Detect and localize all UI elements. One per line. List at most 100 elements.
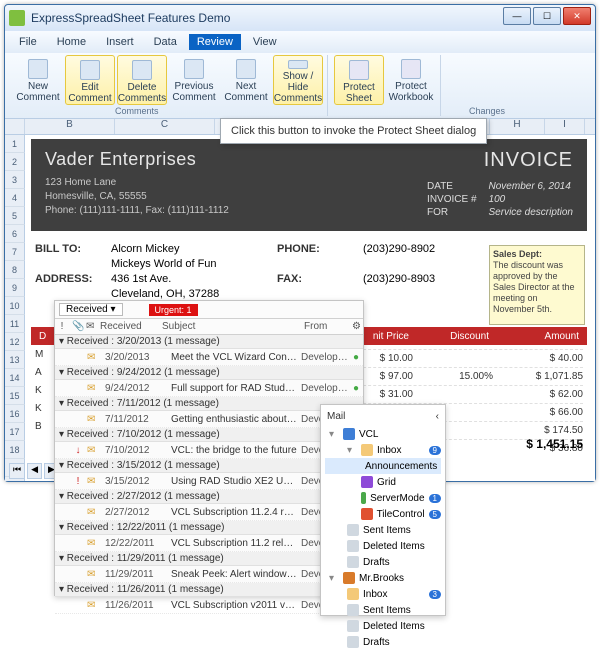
- menu-view[interactable]: View: [245, 34, 285, 50]
- row-header[interactable]: 7: [5, 243, 25, 261]
- col-importance[interactable]: !: [55, 321, 69, 332]
- row-header[interactable]: 1: [5, 135, 25, 153]
- menu-home[interactable]: Home: [49, 34, 94, 50]
- mail-row[interactable]: ✉12/22/2011VCL Subscription 11.2 release…: [55, 535, 363, 552]
- tree-brooks-drafts[interactable]: Drafts: [325, 634, 441, 650]
- mail-group-header[interactable]: ▾ Received : 7/11/2012 (1 message): [55, 397, 363, 411]
- invoice-row: $ 97.0015.00%$ 1,071.85: [353, 367, 583, 385]
- show-hide-comments-button[interactable]: Show / Hide Comments: [273, 55, 323, 105]
- comment-prev-icon: [184, 59, 204, 79]
- col-settings[interactable]: ⚙: [349, 321, 363, 332]
- col-c[interactable]: C: [115, 119, 215, 134]
- comment-next-icon: [236, 59, 256, 79]
- tree-vcl[interactable]: ▾VCL: [325, 426, 441, 442]
- ribbon-group-comments-label: Comments: [115, 106, 159, 116]
- mail-group-header[interactable]: ▾ Received : 9/24/2012 (1 message): [55, 366, 363, 380]
- tree-brooks-sent[interactable]: Sent Items: [325, 602, 441, 618]
- col-from[interactable]: From: [301, 321, 349, 332]
- row-header[interactable]: 13: [5, 351, 25, 369]
- protect-workbook-button[interactable]: Protect Workbook: [386, 55, 436, 105]
- row-header[interactable]: 9: [5, 279, 25, 297]
- urgent-badge: Urgent: 1: [149, 304, 198, 316]
- tree-deleted[interactable]: Deleted Items: [325, 538, 441, 554]
- menu-bar: File Home Insert Data Review View: [5, 31, 595, 53]
- mail-row[interactable]: !✉3/15/2012Using RAD Studio XE2 Upda…Dev…: [55, 473, 363, 490]
- prev-comment-button[interactable]: Previous Comment: [169, 55, 219, 105]
- invoice-title: INVOICE: [484, 149, 573, 172]
- menu-review[interactable]: Review: [189, 34, 241, 50]
- user-icon: [343, 572, 355, 584]
- mail-group-header[interactable]: ▾ Received : 11/26/2011 (1 message): [55, 583, 363, 597]
- nav-title: Mail: [327, 411, 345, 422]
- protect-sheet-tooltip: Click this button to invoke the Protect …: [220, 118, 487, 144]
- comment-delete-icon: [132, 60, 152, 80]
- tab-prev[interactable]: ◀: [27, 463, 42, 479]
- mail-row[interactable]: ✉11/29/2011Sneak Peek: Alert windows i…D…: [55, 566, 363, 583]
- col-attachment[interactable]: 📎: [69, 321, 83, 332]
- select-all-cell[interactable]: [5, 119, 25, 134]
- mail-group-header[interactable]: ▾ Received : 2/27/2012 (1 message): [55, 490, 363, 504]
- row-header[interactable]: 16: [5, 405, 25, 423]
- protect-sheet-button[interactable]: Protect Sheet: [334, 55, 384, 105]
- mail-group-header[interactable]: ▾ Received : 7/10/2012 (1 message): [55, 428, 363, 442]
- menu-data[interactable]: Data: [146, 34, 185, 50]
- row-header[interactable]: 18: [5, 441, 25, 459]
- row-header[interactable]: 10: [5, 297, 25, 315]
- draft-icon: [347, 556, 359, 568]
- next-comment-button[interactable]: Next Comment: [221, 55, 271, 105]
- edit-comment-button[interactable]: Edit Comment: [65, 55, 115, 105]
- mail-group-header[interactable]: ▾ Received : 11/29/2011 (1 message): [55, 552, 363, 566]
- mail-row[interactable]: ↓✉7/10/2012VCL: the bridge to the future…: [55, 442, 363, 459]
- col-envelope[interactable]: ✉: [83, 321, 97, 332]
- row-header[interactable]: 11: [5, 315, 25, 333]
- row-header[interactable]: 3: [5, 171, 25, 189]
- col-i[interactable]: I: [545, 119, 585, 134]
- maximize-button[interactable]: ☐: [533, 7, 561, 25]
- mail-row[interactable]: ✉7/11/2012Getting enthusiastic about …De…: [55, 411, 363, 428]
- mail-group-header[interactable]: ▾ Received : 3/20/2013 (1 message): [55, 335, 363, 349]
- row-header[interactable]: 14: [5, 369, 25, 387]
- tree-drafts[interactable]: Drafts: [325, 554, 441, 570]
- row-header[interactable]: 2: [5, 153, 25, 171]
- col-b[interactable]: B: [25, 119, 115, 134]
- menu-insert[interactable]: Insert: [98, 34, 142, 50]
- row-header[interactable]: 5: [5, 207, 25, 225]
- tree-brooks[interactable]: ▾Mr.Brooks: [325, 570, 441, 586]
- delete-comments-button[interactable]: Delete Comments: [117, 55, 167, 105]
- bill-to-block: BILL TO: Alcorn Mickey PHONE: (203)290-8…: [35, 243, 483, 300]
- nav-back-icon[interactable]: ‹: [436, 411, 439, 422]
- tree-announcements[interactable]: Announcements3: [325, 458, 441, 474]
- mail-row[interactable]: ✉11/26/2011VCL Subscription v2011 vol …D…: [55, 597, 363, 614]
- mail-row[interactable]: ✉2/27/2012VCL Subscription 11.2.4 rele…D…: [55, 504, 363, 521]
- tree-tilecontrol[interactable]: TileControl5: [325, 506, 441, 522]
- col-subject[interactable]: Subject: [159, 321, 301, 332]
- col-h[interactable]: H: [490, 119, 545, 134]
- row-header[interactable]: 6: [5, 225, 25, 243]
- new-comment-button[interactable]: New Comment: [13, 55, 63, 105]
- group-dropdown[interactable]: Received ▾: [59, 303, 123, 316]
- row-header[interactable]: 17: [5, 423, 25, 441]
- mail-row[interactable]: ✉3/20/2013Meet the VCL Wizard Control!De…: [55, 349, 363, 366]
- menu-file[interactable]: File: [11, 34, 45, 50]
- ribbon: New Comment Edit Comment Delete Comments…: [5, 53, 595, 119]
- tab-first[interactable]: ⏮: [9, 463, 25, 479]
- col-received[interactable]: Received: [97, 321, 159, 332]
- tree-servermode[interactable]: ServerMode1: [325, 490, 441, 506]
- mail-row[interactable]: ✉9/24/2012Full support for RAD Studio …D…: [55, 380, 363, 397]
- comment-note[interactable]: Sales Dept: The discount was approved by…: [489, 245, 585, 325]
- tree-grid[interactable]: Grid: [325, 474, 441, 490]
- close-button[interactable]: ✕: [563, 7, 591, 25]
- tree-inbox[interactable]: ▾Inbox9: [325, 442, 441, 458]
- tree-sent[interactable]: Sent Items: [325, 522, 441, 538]
- mail-group-header[interactable]: ▾ Received : 3/15/2012 (1 message): [55, 459, 363, 473]
- tree-brooks-inbox[interactable]: Inbox3: [325, 586, 441, 602]
- tag-icon: [361, 476, 373, 488]
- minimize-button[interactable]: —: [503, 7, 531, 25]
- row-header[interactable]: 15: [5, 387, 25, 405]
- row-header[interactable]: 12: [5, 333, 25, 351]
- mail-body: ▾ Received : 3/20/2013 (1 message)✉3/20/…: [55, 335, 363, 614]
- mail-group-header[interactable]: ▾ Received : 12/22/2011 (1 message): [55, 521, 363, 535]
- row-header[interactable]: 4: [5, 189, 25, 207]
- row-header[interactable]: 8: [5, 261, 25, 279]
- tree-brooks-deleted[interactable]: Deleted Items: [325, 618, 441, 634]
